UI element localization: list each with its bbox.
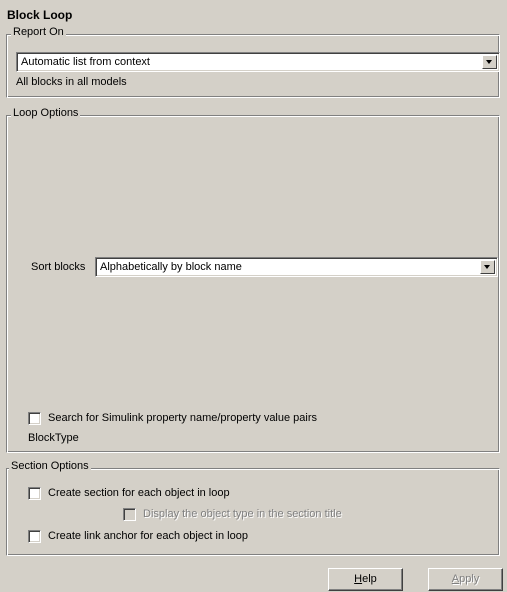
report-on-description: All blocks in all models	[16, 76, 127, 88]
help-button-label: elp	[362, 573, 377, 585]
create-anchor-checkbox[interactable]	[28, 530, 41, 543]
create-anchor-label[interactable]: Create link anchor for each object in lo…	[48, 530, 248, 542]
help-button[interactable]: Help	[328, 568, 403, 591]
create-section-checkbox[interactable]	[28, 487, 41, 500]
search-property-label[interactable]: Search for Simulink property name/proper…	[48, 412, 317, 424]
create-section-label[interactable]: Create section for each object in loop	[48, 487, 230, 499]
dropdown-arrow-button[interactable]	[480, 260, 495, 274]
loop-options-legend: Loop Options	[11, 107, 81, 120]
dropdown-arrow-button[interactable]	[482, 55, 497, 69]
help-button-mnemonic: H	[354, 573, 363, 585]
sort-blocks-dropdown[interactable]: Alphabetically by block name	[95, 257, 498, 277]
report-on-legend: Report On	[11, 26, 66, 39]
search-property-checkbox[interactable]	[28, 412, 41, 425]
sort-blocks-label: Sort blocks	[31, 261, 86, 273]
sort-blocks-selected-value: Alphabetically by block name	[100, 261, 242, 273]
display-type-checkbox	[123, 508, 136, 521]
chevron-down-icon	[484, 265, 490, 269]
display-type-label: Display the object type in the section t…	[143, 508, 342, 520]
report-on-dropdown[interactable]: Automatic list from context	[16, 52, 500, 72]
loop-options-group	[6, 115, 500, 453]
panel-title: Block Loop	[7, 8, 73, 22]
apply-button-label: pply	[459, 573, 480, 585]
report-on-selected-value: Automatic list from context	[21, 56, 150, 68]
apply-button-mnemonic: A	[451, 573, 460, 585]
property-value-text: BlockType	[28, 432, 79, 444]
chevron-down-icon	[486, 60, 492, 64]
apply-button[interactable]: Apply	[428, 568, 503, 591]
section-options-legend: Section Options	[9, 460, 91, 473]
